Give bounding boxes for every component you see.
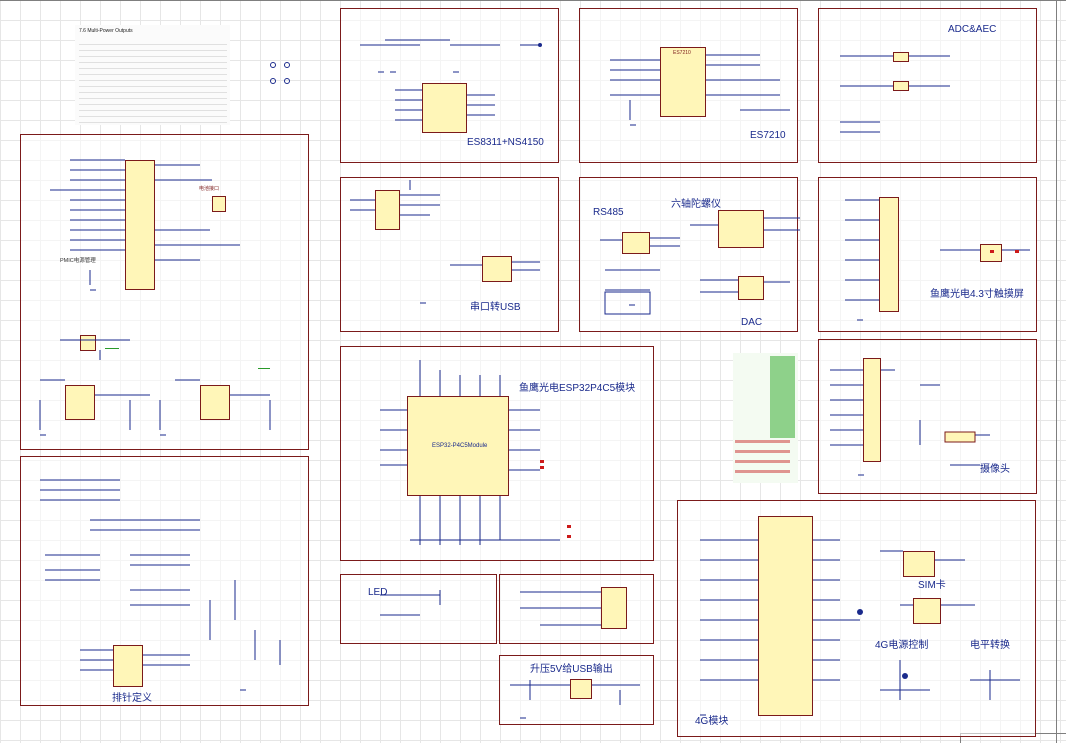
title-esp32: 鱼鹰光电ESP32P4C5模块 bbox=[519, 383, 636, 394]
title-es7210: ES7210 bbox=[750, 130, 786, 141]
title-led: LED bbox=[368, 587, 388, 598]
title-dac: DAC bbox=[741, 317, 763, 328]
title-imu: 六轴陀螺仪 bbox=[671, 199, 721, 210]
title-rs485: RS485 bbox=[593, 207, 624, 218]
title-lte: 4G模块 bbox=[695, 716, 729, 727]
title-4g-power: 4G电源控制 bbox=[875, 640, 929, 651]
title-boost: 升压5V给USB输出 bbox=[530, 664, 613, 675]
title-camera: 摄像头 bbox=[980, 464, 1010, 475]
title-adc: ADC&AEC bbox=[948, 24, 997, 35]
title-header: 排针定义 bbox=[112, 693, 152, 704]
title-level: 电平转换 bbox=[970, 640, 1010, 651]
title-lcd: 鱼鹰光电4.3寸触摸屏 bbox=[930, 289, 1024, 300]
title-power: PMIC电源管理 bbox=[60, 258, 96, 264]
title-es8311: ES8311+NS4150 bbox=[467, 137, 544, 148]
schematic-wires bbox=[39, 39, 1030, 719]
title-usb: 串口转USB bbox=[470, 302, 521, 313]
title-sim: SIM卡 bbox=[918, 580, 946, 591]
